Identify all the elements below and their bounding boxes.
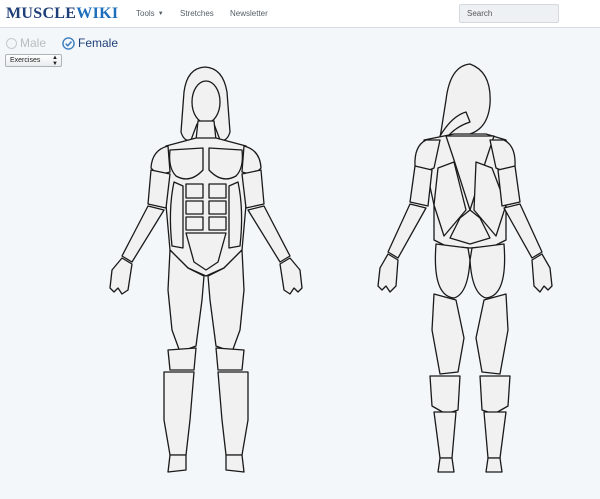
front-foot-left[interactable] <box>167 454 187 473</box>
front-figure <box>109 66 303 473</box>
front-chest-right[interactable] <box>208 147 244 180</box>
front-chest-left[interactable] <box>168 147 204 180</box>
back-shin-left[interactable] <box>433 411 457 459</box>
front-hand-right[interactable] <box>279 257 303 295</box>
front-foot-right[interactable] <box>225 454 245 473</box>
back-hand-left[interactable] <box>377 253 399 293</box>
front-bicep-right[interactable] <box>241 169 265 209</box>
back-foot-left[interactable] <box>437 457 455 473</box>
front-abs-3r[interactable] <box>208 216 227 231</box>
front-abs-3l[interactable] <box>185 216 204 231</box>
front-forearm-left[interactable] <box>121 205 165 263</box>
front-shoulder-right[interactable] <box>241 145 262 174</box>
back-glute-left[interactable] <box>434 243 471 299</box>
back-foot-right[interactable] <box>485 457 503 473</box>
back-calf-left[interactable] <box>429 375 461 415</box>
front-shin-left[interactable] <box>163 371 195 456</box>
back-hamstring-left[interactable] <box>431 293 465 375</box>
front-neck[interactable] <box>195 120 217 141</box>
back-hamstring-right[interactable] <box>475 293 509 375</box>
front-abs-2r[interactable] <box>208 200 227 215</box>
front-abs-2l[interactable] <box>185 200 204 215</box>
back-hand-right[interactable] <box>531 253 553 293</box>
back-forearm-left[interactable] <box>387 203 427 259</box>
front-bicep-left[interactable] <box>147 169 171 209</box>
front-shoulder-left[interactable] <box>150 145 171 174</box>
front-shin-right[interactable] <box>217 371 249 456</box>
back-tricep-right[interactable] <box>497 165 521 207</box>
front-forearm-right[interactable] <box>247 205 291 263</box>
front-knee-right[interactable] <box>215 347 245 371</box>
front-abs-1l[interactable] <box>185 183 204 199</box>
back-glute-right[interactable] <box>469 243 506 299</box>
front-hand-left[interactable] <box>109 257 133 295</box>
front-knee-left[interactable] <box>167 347 197 371</box>
back-tricep-left[interactable] <box>409 165 433 207</box>
front-abs-1r[interactable] <box>208 183 227 199</box>
back-figure <box>377 63 553 473</box>
back-shin-right[interactable] <box>483 411 507 459</box>
front-oblique-right[interactable] <box>228 181 243 249</box>
front-oblique-left[interactable] <box>169 181 184 249</box>
body-diagram <box>109 63 553 473</box>
back-calf-right[interactable] <box>479 375 511 415</box>
front-head[interactable] <box>191 80 221 124</box>
back-forearm-right[interactable] <box>503 203 543 259</box>
